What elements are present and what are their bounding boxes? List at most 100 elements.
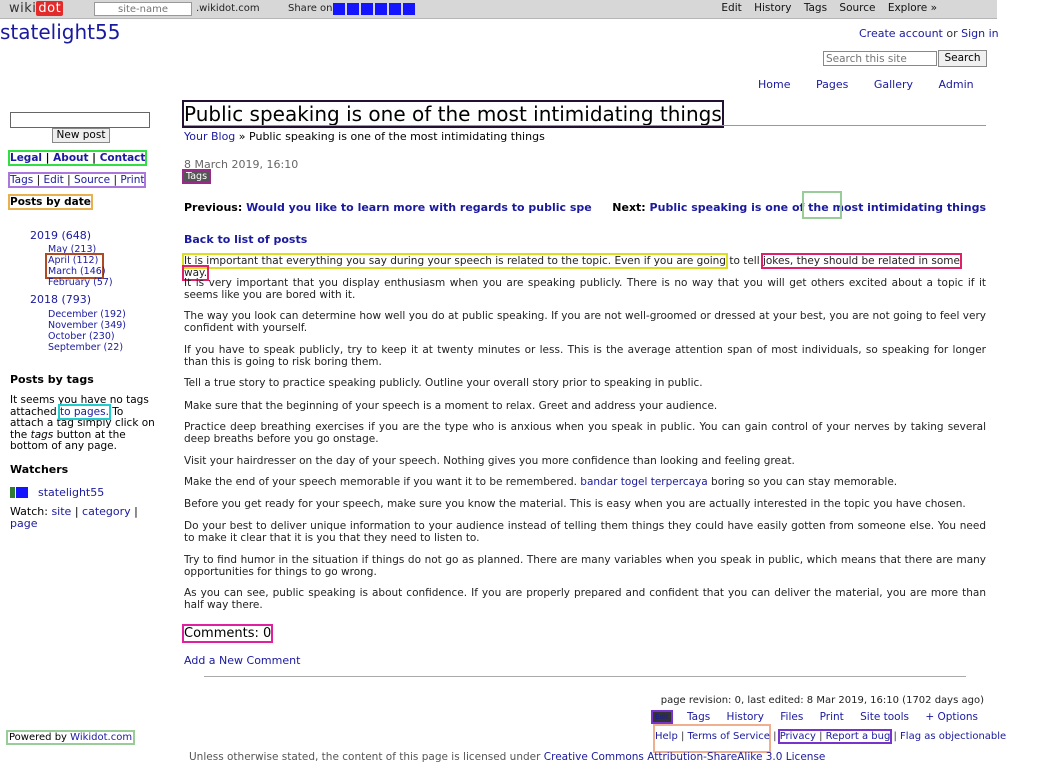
- archive-year-2019[interactable]: 2019 (648): [30, 229, 91, 242]
- previous-label: Previous:: [184, 201, 243, 214]
- post-paragraph: Try to find humor in the situation if th…: [184, 554, 986, 578]
- option-print[interactable]: Print: [820, 711, 844, 723]
- archive-month[interactable]: November (349): [48, 320, 126, 331]
- next-link-highlight: [802, 191, 842, 219]
- search-button[interactable]: Search: [938, 50, 987, 67]
- license-link[interactable]: Creative Commons Attribution-ShareAlike …: [544, 751, 826, 763]
- to-pages-link[interactable]: to pages.: [58, 403, 111, 420]
- breadcrumb-blog-link[interactable]: Your Blog: [184, 130, 235, 143]
- archive-month[interactable]: May (213): [48, 244, 96, 255]
- post-date: 8 March 2019, 16:10: [184, 158, 299, 171]
- share-icon[interactable]: [333, 3, 345, 15]
- watcher-avatar-icon: [10, 487, 28, 498]
- menu-edit[interactable]: Edit: [721, 2, 741, 14]
- share-icon[interactable]: [347, 3, 359, 15]
- about-link[interactable]: About: [53, 152, 88, 164]
- new-post-button[interactable]: New post: [52, 128, 110, 143]
- post-paragraph: The way you look can determine how well …: [184, 310, 986, 334]
- site-search-input[interactable]: [823, 51, 937, 66]
- help-link[interactable]: Help: [655, 731, 678, 742]
- create-account-link[interactable]: Create account: [859, 27, 943, 40]
- nav-home[interactable]: Home: [758, 78, 790, 91]
- powered-by-text: Powered by: [9, 732, 67, 743]
- tags-badge[interactable]: Tags: [181, 169, 212, 184]
- togel-link[interactable]: bandar togel terpercaya: [580, 476, 707, 488]
- tags-link[interactable]: Tags: [10, 174, 33, 186]
- page-title: Public speaking is one of the most intim…: [182, 100, 724, 128]
- nav-gallery[interactable]: Gallery: [874, 78, 913, 91]
- bottom-divider: [204, 676, 966, 677]
- watch-page-link[interactable]: page: [10, 517, 37, 530]
- archive-month[interactable]: February (57): [48, 277, 113, 288]
- edit-button[interactable]: Edit: [651, 710, 673, 724]
- contact-link[interactable]: Contact: [100, 152, 146, 164]
- sidebar-legal-row: Legal | About | Contact: [7, 150, 148, 166]
- watchers-heading: Watchers: [10, 463, 69, 476]
- archive-month[interactable]: December (192): [48, 309, 126, 320]
- watch-category-link[interactable]: category: [82, 505, 131, 518]
- option-files[interactable]: Files: [780, 711, 803, 723]
- breadcrumb-current: Public speaking is one of the most intim…: [249, 130, 545, 143]
- post-paragraph: As you can see, public speaking is about…: [184, 587, 986, 611]
- share-icon[interactable]: [375, 3, 387, 15]
- share-icon[interactable]: [361, 3, 373, 15]
- menu-history[interactable]: History: [754, 2, 791, 14]
- legal-link[interactable]: Legal: [10, 152, 42, 164]
- menu-explore[interactable]: Explore »: [888, 2, 937, 14]
- option-history[interactable]: History: [727, 711, 764, 723]
- source-link[interactable]: Source: [74, 174, 110, 186]
- site-name-input[interactable]: [94, 2, 192, 16]
- breadcrumb-separator: »: [235, 130, 250, 143]
- archive-month[interactable]: September (22): [48, 342, 123, 353]
- option-more[interactable]: + Options: [925, 711, 978, 723]
- edit-link[interactable]: Edit: [43, 174, 63, 186]
- watcher-name-link[interactable]: statelight55: [38, 486, 104, 499]
- top-nav: Home Pages Gallery Admin: [758, 78, 996, 91]
- post-paragraph: Do your best to deliver unique informati…: [184, 520, 986, 544]
- share-icon[interactable]: [389, 3, 401, 15]
- menu-tags[interactable]: Tags: [804, 2, 827, 14]
- archive-month[interactable]: March (146): [48, 266, 106, 277]
- option-site-tools[interactable]: Site tools: [860, 711, 909, 723]
- terms-link[interactable]: Terms of Service: [688, 731, 770, 742]
- license-line: Unless otherwise stated, the content of …: [189, 751, 825, 763]
- nav-pages[interactable]: Pages: [816, 78, 848, 91]
- powered-by: Powered by Wikidot.com: [5, 730, 136, 745]
- previous-post-link[interactable]: Would you like to learn more with regard…: [246, 201, 592, 214]
- page-options-menu: Edit History Tags Source Explore »: [712, 2, 937, 14]
- menu-source[interactable]: Source: [839, 2, 875, 14]
- post-paragraph: It is important that everything you say …: [182, 253, 986, 281]
- nav-admin[interactable]: Admin: [939, 78, 974, 91]
- no-tags-text-part: tags: [30, 428, 54, 441]
- account-links: Create account or Sign in: [859, 27, 999, 40]
- sign-in-link[interactable]: Sign in: [961, 27, 999, 40]
- archive-month[interactable]: October (230): [48, 331, 115, 342]
- next-label: Next:: [612, 201, 646, 214]
- back-to-list-link[interactable]: Back to list of posts: [184, 233, 307, 246]
- option-tags[interactable]: Tags: [687, 711, 710, 723]
- share-label: Share on: [288, 3, 333, 14]
- site-title[interactable]: statelight55: [0, 20, 120, 44]
- domain-suffix: .wikidot.com: [196, 3, 260, 14]
- post-paragraph: Before you get ready for your speech, ma…: [184, 498, 966, 510]
- print-link[interactable]: Print: [120, 174, 144, 186]
- post-paragraph: It is very important that you display en…: [184, 277, 986, 301]
- add-comment-link[interactable]: Add a New Comment: [184, 654, 300, 667]
- powered-by-link[interactable]: Wikidot.com: [70, 732, 132, 743]
- sidebar-input[interactable]: [10, 112, 150, 128]
- post-paragraph-part: to tell: [725, 255, 763, 267]
- page-revision-info: page revision: 0, last edited: 8 Mar 201…: [660, 695, 984, 706]
- privacy-link[interactable]: Privacy: [780, 731, 816, 742]
- post-paragraph: Visit your hairdresser on the day of you…: [184, 455, 795, 467]
- archive-month[interactable]: April (112): [48, 255, 98, 266]
- report-bug-link[interactable]: Report a bug: [826, 731, 891, 742]
- post-paragraph: Practice deep breathing exercises if you…: [184, 421, 986, 445]
- watch-options: Watch: site | category | page: [10, 505, 138, 530]
- watch-site-link[interactable]: site: [51, 505, 71, 518]
- breadcrumb: Your Blog » Public speaking is one of th…: [184, 130, 545, 143]
- share-icon[interactable]: [403, 3, 415, 15]
- wikidot-logo[interactable]: wiki dot: [9, 1, 64, 16]
- comments-heading: Comments: 0: [181, 624, 274, 643]
- flag-link[interactable]: Flag as objectionable: [900, 731, 1006, 742]
- archive-year-2018[interactable]: 2018 (793): [30, 293, 91, 306]
